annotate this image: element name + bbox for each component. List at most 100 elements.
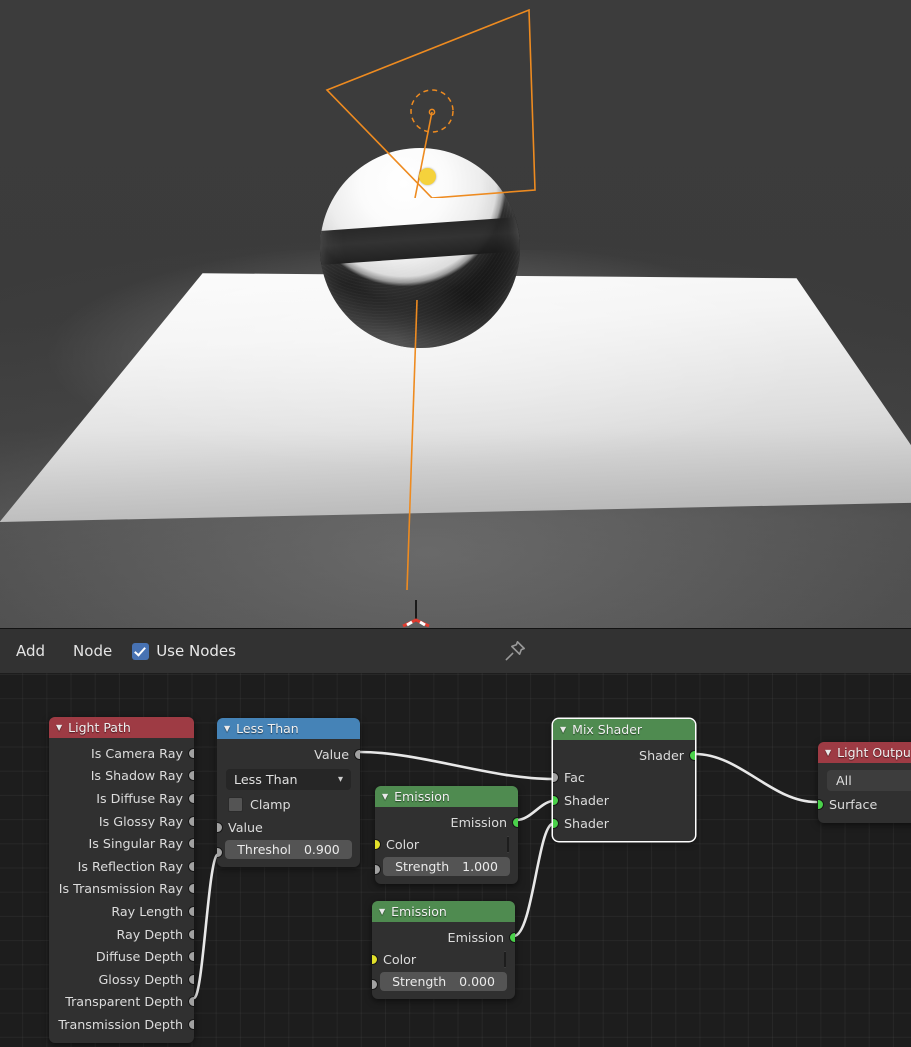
input-socket-value[interactable] bbox=[217, 822, 223, 834]
input-socket-surface[interactable] bbox=[818, 798, 824, 810]
output-socket-row[interactable]: Transmission Depth bbox=[49, 1013, 194, 1036]
strength-row[interactable]: Strength 0.000 bbox=[372, 972, 515, 992]
output-socket-row[interactable]: Is Diffuse Ray bbox=[49, 787, 194, 810]
strength-slider[interactable]: Strength 0.000 bbox=[380, 972, 507, 992]
input-socket-row-shader2[interactable]: Shader bbox=[553, 812, 695, 835]
socket-label: Transmission Depth bbox=[58, 1016, 183, 1032]
output-socket-row[interactable]: Is Glossy Ray bbox=[49, 810, 194, 833]
output-socket-row[interactable]: Ray Depth bbox=[49, 923, 194, 946]
input-socket-strength[interactable] bbox=[375, 864, 381, 876]
node-emission-bottom[interactable]: ▼ Emission Emission Color Strength 0.000 bbox=[372, 901, 515, 1000]
node-mix-shader[interactable]: ▼ Mix Shader Shader Fac Shader Shader bbox=[553, 719, 695, 842]
node-emission-top[interactable]: ▼ Emission Emission Color Strength 1.000 bbox=[375, 786, 518, 885]
color-label: Color bbox=[383, 952, 417, 968]
node-title: Emission bbox=[391, 904, 447, 919]
node-header-light-path[interactable]: ▼ Light Path bbox=[49, 717, 194, 738]
output-socket[interactable] bbox=[188, 792, 194, 804]
node-header-mix-shader[interactable]: ▼ Mix Shader bbox=[553, 719, 695, 740]
color-swatch-wrap[interactable] bbox=[507, 836, 509, 854]
input-socket-row-shader1[interactable]: Shader bbox=[553, 789, 695, 812]
collapse-triangle-icon[interactable]: ▼ bbox=[56, 723, 62, 732]
node-header-less-than[interactable]: ▼ Less Than bbox=[217, 718, 360, 739]
threshold-row[interactable]: Threshol 0.900 bbox=[217, 840, 360, 860]
output-socket[interactable] bbox=[188, 747, 194, 759]
output-socket-row[interactable]: Is Reflection Ray bbox=[49, 855, 194, 878]
output-socket[interactable] bbox=[188, 905, 194, 917]
output-socket-row[interactable]: Is Transmission Ray bbox=[49, 878, 194, 901]
output-socket[interactable] bbox=[188, 838, 194, 850]
strength-row[interactable]: Strength 1.000 bbox=[375, 857, 518, 877]
output-socket[interactable] bbox=[188, 883, 194, 895]
output-socket[interactable] bbox=[188, 996, 194, 1008]
operation-dropdown[interactable]: Less Than ▾ bbox=[226, 768, 351, 790]
output-socket-row[interactable]: Is Singular Ray bbox=[49, 832, 194, 855]
output-socket[interactable] bbox=[188, 815, 194, 827]
strength-slider[interactable]: Strength 1.000 bbox=[383, 857, 510, 877]
collapse-triangle-icon[interactable]: ▼ bbox=[825, 748, 831, 757]
output-socket-shader[interactable] bbox=[689, 749, 695, 761]
light-origin-dot[interactable] bbox=[419, 168, 436, 185]
output-socket-emission[interactable] bbox=[509, 931, 515, 943]
input-socket-color[interactable] bbox=[375, 839, 381, 851]
output-socket-row[interactable]: Emission bbox=[375, 811, 518, 834]
output-socket-value[interactable] bbox=[354, 748, 360, 760]
collapse-triangle-icon[interactable]: ▼ bbox=[382, 792, 388, 801]
use-nodes-checkbox[interactable] bbox=[132, 642, 150, 660]
output-socket[interactable] bbox=[188, 770, 194, 782]
output-socket-row[interactable]: Emission bbox=[372, 926, 515, 949]
pin-icon[interactable] bbox=[503, 639, 527, 663]
output-socket-row[interactable]: Diffuse Depth bbox=[49, 945, 194, 968]
use-nodes-toggle[interactable]: Use Nodes bbox=[132, 642, 236, 660]
output-socket-row[interactable]: Value bbox=[217, 743, 360, 766]
output-socket-row[interactable]: Shader bbox=[553, 744, 695, 767]
output-socket[interactable] bbox=[188, 973, 194, 985]
blender-window: Add Node Use Nodes ▼ Light Path Is Camer… bbox=[0, 0, 911, 1047]
threshold-slider[interactable]: Threshol 0.900 bbox=[225, 840, 352, 860]
3d-viewport[interactable] bbox=[0, 0, 911, 628]
node-light-output[interactable]: ▼ Light Output All Surface bbox=[818, 742, 911, 823]
clamp-checkbox-row[interactable]: Clamp bbox=[217, 792, 360, 817]
add-menu[interactable]: Add bbox=[0, 629, 59, 673]
node-light-path[interactable]: ▼ Light Path Is Camera Ray Is Shadow Ray… bbox=[49, 717, 194, 1043]
output-socket[interactable] bbox=[188, 860, 194, 872]
output-socket[interactable] bbox=[188, 928, 194, 940]
input-socket-strength[interactable] bbox=[372, 979, 378, 991]
node-menu[interactable]: Node bbox=[59, 629, 126, 673]
color-row[interactable]: Color bbox=[375, 834, 518, 857]
target-dropdown[interactable]: All bbox=[827, 770, 911, 791]
color-swatch-wrap[interactable] bbox=[504, 951, 506, 969]
collapse-triangle-icon[interactable]: ▼ bbox=[379, 907, 385, 916]
input-socket-shader-1[interactable] bbox=[553, 794, 559, 806]
output-socket-emission[interactable] bbox=[512, 816, 518, 828]
node-less-than[interactable]: ▼ Less Than Value Less Than ▾ Clamp Valu… bbox=[217, 718, 360, 868]
input-socket-fac[interactable] bbox=[553, 772, 559, 784]
input-socket-threshold[interactable] bbox=[217, 847, 223, 859]
socket-label: Ray Length bbox=[111, 903, 183, 919]
output-socket-row[interactable]: Is Camera Ray bbox=[49, 742, 194, 765]
output-socket-row[interactable]: Ray Length bbox=[49, 900, 194, 923]
input-socket-color[interactable] bbox=[372, 954, 378, 966]
color-swatch[interactable] bbox=[504, 951, 506, 969]
output-socket-row[interactable]: Glossy Depth bbox=[49, 968, 194, 991]
shader-node-editor[interactable]: ▼ Light Path Is Camera Ray Is Shadow Ray… bbox=[0, 673, 911, 1047]
output-socket[interactable] bbox=[188, 1018, 194, 1030]
input-socket-shader-2[interactable] bbox=[553, 817, 559, 829]
target-label: All bbox=[836, 773, 852, 788]
color-label: Color bbox=[386, 837, 420, 853]
node-header-emission-bottom[interactable]: ▼ Emission bbox=[372, 901, 515, 922]
collapse-triangle-icon[interactable]: ▼ bbox=[560, 725, 566, 734]
color-swatch[interactable] bbox=[507, 836, 509, 854]
color-row[interactable]: Color bbox=[372, 949, 515, 972]
socket-label: Is Shadow Ray bbox=[90, 768, 183, 784]
output-socket[interactable] bbox=[188, 951, 194, 963]
clamp-checkbox[interactable] bbox=[228, 796, 243, 812]
output-socket-row[interactable]: Transparent Depth bbox=[49, 991, 194, 1014]
socket-label: Is Diffuse Ray bbox=[96, 790, 183, 806]
collapse-triangle-icon[interactable]: ▼ bbox=[224, 724, 230, 733]
input-socket-row-fac[interactable]: Fac bbox=[553, 767, 695, 790]
node-header-emission-top[interactable]: ▼ Emission bbox=[375, 786, 518, 807]
input-socket-row-surface[interactable]: Surface bbox=[818, 793, 911, 816]
node-header-light-output[interactable]: ▼ Light Output bbox=[818, 742, 911, 763]
input-value-row[interactable]: Value bbox=[217, 817, 360, 840]
output-socket-row[interactable]: Is Shadow Ray bbox=[49, 765, 194, 788]
